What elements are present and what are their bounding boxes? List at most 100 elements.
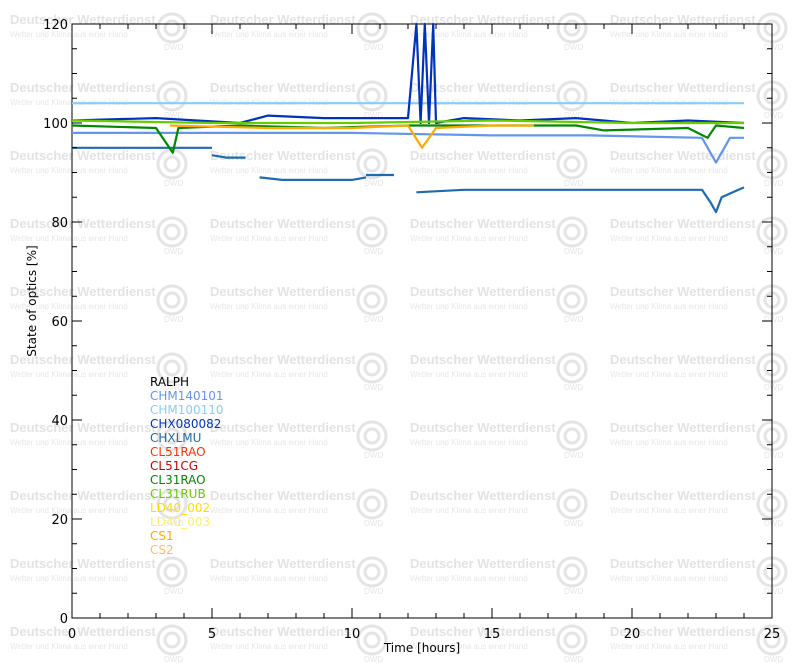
watermark-logo-inner-icon xyxy=(163,87,181,105)
watermark-logo-inner-icon xyxy=(363,19,381,37)
watermark-title: Deutscher Wetterdienst xyxy=(610,420,756,435)
watermark-subtitle: Wetter und Klima aus einer Hand xyxy=(410,370,528,379)
watermark-logo-icon xyxy=(556,216,588,248)
watermark-tile: Deutscher WetterdienstWetter und Klima a… xyxy=(410,556,588,596)
watermark-logo-inner-icon xyxy=(163,155,181,173)
watermark-title: Deutscher Wetterdienst xyxy=(410,12,556,27)
watermark-tile: Deutscher WetterdienstWetter und Klima a… xyxy=(10,12,188,52)
watermark-tile: Deutscher Wetterdienst Wetter und Klima a… xyxy=(410,352,588,392)
watermark-logo-text: DWD xyxy=(364,383,383,392)
watermark-logo-icon xyxy=(156,12,188,44)
watermark-title: Deutscher Wetterdienst xyxy=(410,148,556,163)
watermark-layer: Deutscher Wetterdienst Wetter und Klima a… xyxy=(10,12,788,664)
y-tick-label: 20 xyxy=(51,513,68,528)
watermark-title: Deutscher Wetterdienst xyxy=(610,216,756,231)
watermark-logo-inner-icon xyxy=(163,631,181,649)
watermark-title: Deutscher Wetterdienst xyxy=(210,284,356,299)
watermark-subtitle: Wetter und Klima aus einer Hand xyxy=(610,302,728,311)
watermark-title: Deutscher Wetterdienst xyxy=(10,556,156,571)
watermark-title: Deutscher Wetterdienst xyxy=(210,488,356,503)
watermark-subtitle: Wetter und Klima aus einer Hand xyxy=(10,30,128,39)
watermark-logo-icon xyxy=(356,556,388,588)
watermark-logo-inner-icon xyxy=(563,631,581,649)
watermark-logo-text: DWD xyxy=(564,519,583,528)
watermark-logo-icon xyxy=(356,148,388,180)
watermark-subtitle: Wetter und Klima aus einer Hand xyxy=(10,234,128,243)
watermark-logo-inner-icon xyxy=(163,223,181,241)
watermark-subtitle: Wetter und Klima aus einer Hand xyxy=(610,234,728,243)
watermark-logo-icon xyxy=(556,284,588,316)
legend-entry-chm100110: CHM100110 xyxy=(150,403,224,417)
watermark-title: Deutscher Wetterdienst xyxy=(210,624,356,639)
watermark-subtitle: Wetter und Klima aus einer Hand xyxy=(410,166,528,175)
watermark-title: Deutscher Wetterdienst xyxy=(610,488,756,503)
watermark-logo-text: DWD xyxy=(564,315,583,324)
legend-entry-ld40_002: LD40_002 xyxy=(150,501,210,515)
watermark-tile: Deutscher WetterdienstWetter und Klima a… xyxy=(210,420,388,460)
watermark-subtitle: Wetter und Klima aus einer Hand xyxy=(410,506,528,515)
watermark-logo-inner-icon xyxy=(363,155,381,173)
watermark-logo-text: DWD xyxy=(364,315,383,324)
watermark-subtitle: Wetter und Klima aus einer Hand xyxy=(610,166,728,175)
y-tick-label: 60 xyxy=(51,315,68,330)
watermark-subtitle: Wetter und Klima aus einer Hand xyxy=(210,506,328,515)
watermark-logo-icon xyxy=(356,80,388,112)
series-line-chxlmu xyxy=(259,176,367,181)
watermark-logo-icon xyxy=(156,556,188,588)
watermark-title: Deutscher Wetterdienst xyxy=(10,216,156,231)
watermark-logo-text: DWD xyxy=(364,587,383,596)
watermark-logo-icon xyxy=(556,148,588,180)
y-tick-label: 0 xyxy=(60,612,68,627)
watermark-logo-icon xyxy=(156,148,188,180)
watermark-logo-text: DWD xyxy=(564,43,583,52)
watermark-logo-icon xyxy=(356,216,388,248)
watermark-tile: Deutscher WetterdienstWetter und Klima a… xyxy=(210,148,388,188)
watermark-logo-icon xyxy=(356,420,388,452)
watermark-logo-inner-icon xyxy=(563,291,581,309)
y-tick-label: 80 xyxy=(51,216,68,231)
watermark-tile: Deutscher WetterdienstWetter und Klima a… xyxy=(10,624,188,664)
watermark-subtitle: Wetter und Klima aus einer Hand xyxy=(10,438,128,447)
watermark-subtitle: Wetter und Klima aus einer Hand xyxy=(410,574,528,583)
watermark-logo-inner-icon xyxy=(363,495,381,513)
watermark-tile: Deutscher WetterdienstWetter und Klima a… xyxy=(410,216,588,256)
watermark-tile: Deutscher WetterdienstWetter und Klima a… xyxy=(610,352,788,392)
watermark-subtitle: Wetter und Klima aus einer Hand xyxy=(410,438,528,447)
legend-entry-cl51rao: CL51RAO xyxy=(150,445,206,459)
watermark-title: Deutscher Wetterdienst xyxy=(210,216,356,231)
x-tick-label: 0 xyxy=(68,627,76,642)
watermark-logo-inner-icon xyxy=(363,359,381,377)
watermark-logo-text: DWD xyxy=(764,519,783,528)
watermark-logo-inner-icon xyxy=(563,427,581,445)
watermark-tile: Deutscher WetterdienstWetter und Klima a… xyxy=(10,80,188,120)
watermark-logo-icon xyxy=(556,12,588,44)
watermark-logo-text: DWD xyxy=(764,315,783,324)
legend-entry-chm140101: CHM140101 xyxy=(150,389,224,403)
watermark-subtitle: Wetter und Klima aus einer Hand xyxy=(410,302,528,311)
watermark-logo-inner-icon xyxy=(163,19,181,37)
watermark-tile: Deutscher WetterdienstWetter und Klima a… xyxy=(610,80,788,120)
watermark-title: Deutscher Wetterdienst xyxy=(210,80,356,95)
watermark-subtitle: Wetter und Klima aus einer Hand xyxy=(610,574,728,583)
watermark-logo-inner-icon xyxy=(163,291,181,309)
watermark-logo-icon xyxy=(556,420,588,452)
watermark-logo-icon xyxy=(356,12,388,44)
watermark-logo-text: DWD xyxy=(764,179,783,188)
x-tick-label: 10 xyxy=(344,627,361,642)
watermark-title: Deutscher Wetterdienst xyxy=(410,488,556,503)
watermark-tile: Deutscher WetterdienstWetter und Klima a… xyxy=(410,284,588,324)
watermark-logo-icon xyxy=(156,80,188,112)
watermark-tile: Deutscher WetterdienstWetter und Klima a… xyxy=(210,284,388,324)
watermark-logo-icon xyxy=(356,284,388,316)
x-tick-label: 15 xyxy=(484,627,501,642)
watermark-subtitle: Wetter und Klima aus einer Hand xyxy=(210,370,328,379)
watermark-logo-inner-icon xyxy=(163,359,181,377)
watermark-logo-text: DWD xyxy=(164,315,183,324)
watermark-tile: Deutscher WetterdienstWetter und Klima a… xyxy=(10,556,188,596)
watermark-tile: Deutscher Wetterdienst Wetter und Klima a… xyxy=(410,148,588,188)
watermark-title: Deutscher Wetterdienst xyxy=(410,352,556,367)
watermark-title: Deutscher Wetterdienst xyxy=(610,352,756,367)
legend-entry-cl31rub: CL31RUB xyxy=(150,487,206,501)
watermark-title: Deutscher Wetterdienst xyxy=(210,420,356,435)
watermark-logo-text: DWD xyxy=(764,655,783,664)
